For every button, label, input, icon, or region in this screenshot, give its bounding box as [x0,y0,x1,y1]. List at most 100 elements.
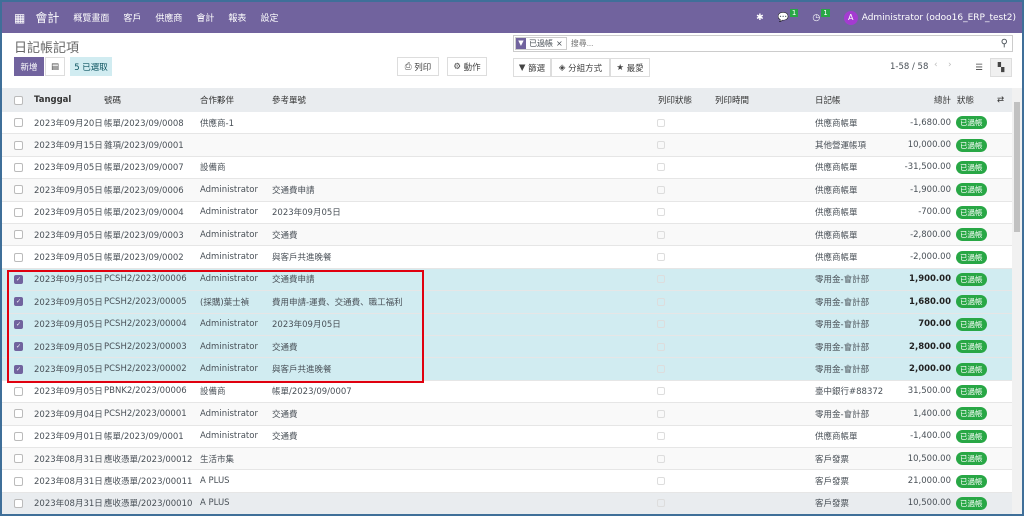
status-badge: 已過帳 [956,362,987,376]
status-badge: 已過帳 [956,496,987,510]
menu-overview[interactable]: 概覽畫面 [73,11,109,24]
table-row[interactable]: 2023年09月05日 帳單/2023/09/0007 設備商 供應商帳單 -3… [2,157,1012,180]
row-checkbox[interactable] [14,162,23,172]
table-row[interactable]: 2023年09月05日 帳單/2023/09/0002 Administrato… [2,246,1012,269]
menu-vendors[interactable]: 供應商 [155,11,182,24]
col-state[interactable]: 狀態 [957,88,974,112]
print-button[interactable]: ⎙ 列印 [397,57,439,76]
table-row[interactable]: 2023年08月31日 應收憑單/2023/00010 A PLUS 客戶發票 … [2,492,1012,514]
cell-journal: 供應商帳單 [815,432,858,443]
cell-number: 帳單/2023/09/0004 [104,208,184,219]
row-checkbox[interactable] [14,409,23,419]
status-badge: 已過帳 [956,384,987,398]
col-number[interactable]: 號碼 [104,88,121,112]
cell-total: -2,000.00 [910,252,951,263]
apps-menu-icon[interactable]: ▦ [14,11,25,25]
col-journal[interactable]: 日記帳 [815,88,841,112]
row-checkbox[interactable] [14,386,23,396]
menu-customers[interactable]: 客戶 [123,11,141,24]
table-row[interactable]: 2023年08月31日 應收憑單/2023/00012 生活市集 客戶發票 10… [2,448,1012,471]
scrollbar-thumb[interactable] [1014,102,1020,232]
favorites-button[interactable]: ★ 最愛 [610,58,650,77]
group-by-button[interactable]: ◈ 分組方式 [551,58,610,77]
filter-facet[interactable]: ▼ 已過帳 × [515,37,567,50]
filter-button[interactable]: ▼ 篩選 [513,58,551,77]
status-badge: 已過帳 [956,183,987,197]
cell-number: PCSH2/2023/00001 [104,408,187,419]
app-name[interactable]: 會計 [35,9,59,26]
table-row[interactable]: 2023年09月05日 PBNK2/2023/00006 設備商 帳單/2023… [2,381,1012,404]
print-status-checkbox [657,163,665,172]
status-badge: 已過帳 [956,205,987,219]
row-checkbox[interactable] [14,498,23,508]
cell-total: 31,500.00 [907,386,951,397]
list-view-icon[interactable]: ☰ [968,58,990,77]
search-input[interactable] [570,39,1001,48]
chat-icon: 💬 [777,12,789,23]
row-checkbox[interactable] [14,230,23,240]
filter-icon: ▼ [516,38,526,49]
printer-icon: ⎙ [404,61,415,72]
table-row[interactable]: 2023年09月05日 帳單/2023/09/0006 Administrato… [2,179,1012,202]
selected-count: 5 已選取 [70,57,112,76]
debug-icon[interactable]: ✱ [756,13,764,23]
cell-journal: 零用金-會計部 [815,275,870,286]
user-name: Administrator (odoo16_ERP_test2) [861,12,1016,23]
cell-partner: Administrator [200,184,258,195]
table-row[interactable]: 2023年09月04日 PCSH2/2023/00001 Administrat… [2,403,1012,426]
cell-date: 2023年09月05日 [34,208,103,219]
cell-journal: 供應商帳單 [815,163,858,174]
spreadsheet-icon[interactable]: ▤ [45,57,65,76]
row-checkbox[interactable] [14,185,23,195]
menu-reports[interactable]: 報表 [228,11,246,24]
row-checkbox[interactable] [14,140,23,150]
select-all-checkbox[interactable] [14,95,23,105]
scrollbar[interactable] [1012,88,1022,514]
status-badge: 已過帳 [956,340,987,354]
print-status-checkbox [657,320,665,329]
user-menu[interactable]: A Administrator (odoo16_ERP_test2) [843,10,1016,25]
table-row[interactable]: 2023年09月05日 帳單/2023/09/0004 Administrato… [2,202,1012,224]
action-button[interactable]: ⚙ 動作 [447,57,487,76]
cell-journal: 供應商帳單 [815,118,858,129]
table-row[interactable]: 2023年09月20日 帳單/2023/09/0008 供應商-1 供應商帳單 … [2,112,1012,135]
menu-accounting[interactable]: 會計 [196,11,214,24]
cell-total: -700.00 [918,207,951,218]
pager-prev-icon[interactable]: ‹ [934,60,938,70]
cell-total: 10,000.00 [907,140,951,151]
table-row[interactable]: 2023年09月15日 雜項/2023/09/0001 其他營運帳項 10,00… [2,134,1012,157]
facet-remove-icon[interactable]: × [556,39,566,48]
table-row[interactable]: 2023年09月05日 帳單/2023/09/0003 Administrato… [2,224,1012,247]
col-total[interactable]: 總計 [882,88,951,112]
search-icon[interactable]: ⚲ [1001,38,1008,49]
messages-button[interactable]: 💬 1 [777,8,799,23]
cell-total: 700.00 [918,319,951,330]
new-button[interactable]: 新增 [14,57,44,76]
kanban-view-icon[interactable]: ▚ [990,58,1012,77]
col-print-status[interactable]: 列印狀態 [658,88,692,112]
cell-ref: 交通費 [272,432,298,443]
cell-date: 2023年09月04日 [34,409,103,420]
menu-settings[interactable]: 設定 [260,11,278,24]
row-checkbox[interactable] [14,476,23,486]
row-checkbox[interactable] [14,431,23,441]
row-checkbox[interactable] [14,118,23,128]
table-row[interactable]: 2023年09月01日 帳單/2023/09/0001 Administrato… [2,426,1012,448]
status-badge: 已過帳 [956,138,987,152]
activities-button[interactable]: ◷ 1 [812,8,830,23]
row-checkbox[interactable] [14,252,23,262]
row-checkbox[interactable] [14,454,23,464]
group-label: 分組方式 [568,63,603,74]
cell-journal: 零用金-會計部 [815,342,870,353]
print-status-checkbox [657,118,665,127]
pager-next-icon[interactable]: › [948,60,952,70]
column-settings-icon[interactable]: ⇄ [997,88,1004,112]
cell-journal: 零用金-會計部 [815,320,870,331]
col-partner[interactable]: 合作夥伴 [200,88,234,112]
search-bar[interactable]: ▼已過帳× ⚲ [513,35,1013,52]
col-date[interactable]: Tanggal [34,88,71,112]
col-print-time[interactable]: 列印時間 [715,88,749,112]
table-row[interactable]: 2023年08月31日 應收憑單/2023/00011 A PLUS 客戶發票 … [2,470,1012,493]
row-checkbox[interactable] [14,207,23,217]
col-ref[interactable]: 參考單號 [272,88,306,112]
